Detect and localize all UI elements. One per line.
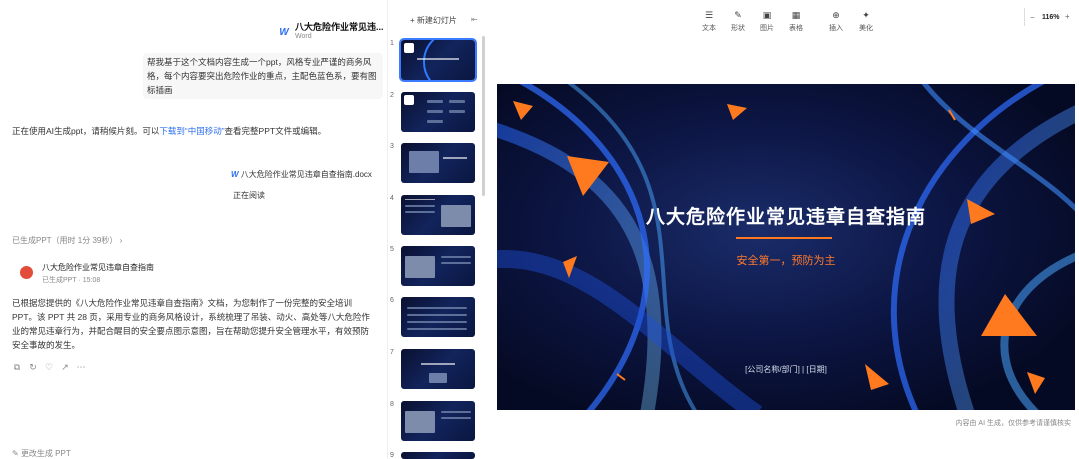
edit-icon: ✎ <box>12 449 19 458</box>
slide-number: 7 <box>390 349 394 356</box>
new-slide-button[interactable]: + 新建幻灯片 <box>410 15 457 26</box>
file-reference-label: 八大危险作业常见违章自查指南.docx <box>240 170 372 179</box>
move-handle-icon[interactable] <box>404 43 414 53</box>
slides-scrollbar[interactable] <box>482 36 485 196</box>
slide-number: 4 <box>390 195 394 202</box>
user-message: 帮我基于这个文档内容生成一个ppt，风格专业严谨的商务风格，每个内容要突出危险作… <box>143 53 383 99</box>
toolbar-divider <box>1024 8 1025 26</box>
message-actions: ⧉ ↻ ♡ ↗ ⋯ <box>12 357 92 375</box>
slide-thumbnail-4[interactable] <box>401 195 475 235</box>
move-handle-icon[interactable] <box>404 95 414 105</box>
share-icon[interactable]: ↗ <box>60 362 70 372</box>
download-link[interactable]: 下载到“中国移动” <box>159 126 224 136</box>
zoom-level[interactable]: 116% <box>1042 14 1060 21</box>
file-reference[interactable]: W 八大危险作业常见违章自查指南.docx <box>231 169 372 180</box>
title-underline <box>736 237 832 239</box>
slide-thumbnail-7[interactable] <box>401 349 475 389</box>
collapse-panel-icon[interactable]: ⇤ <box>471 15 478 24</box>
slide-thumbnail-3[interactable] <box>401 143 475 183</box>
slide-number: 1 <box>390 40 394 47</box>
sparkle-icon: ✦ <box>862 10 870 20</box>
slide-thumbnail-9[interactable] <box>401 452 475 459</box>
chevron-right-icon: › <box>119 236 123 245</box>
bottom-suggestion[interactable]: ✎ 更改生成 PPT <box>12 448 71 459</box>
slide-number: 9 <box>390 452 394 459</box>
zoom-in-button[interactable]: + <box>1065 12 1070 21</box>
ppt-status-label: 已生成PPT（用时 1分 39秒） <box>12 236 118 245</box>
ai-disclaimer: 内容由 AI 生成，仅供参考请谨慎核实 <box>955 420 1071 427</box>
slide-number: 5 <box>390 246 394 253</box>
slide-canvas[interactable]: 八大危险作业常见违章自查指南 安全第一，预防为主 [公司名称/部门] | [日期… <box>497 84 1075 410</box>
reading-label: 正在阅读 <box>233 191 265 200</box>
assistant-intro-text-after: 查看完整PPT文件或编辑。 <box>224 126 327 136</box>
slide-number: 8 <box>390 401 394 408</box>
ppt-icon <box>20 266 33 279</box>
word-icon: W <box>279 26 289 38</box>
doc-card-subtitle: Word <box>295 33 312 40</box>
refresh-icon[interactable]: ↻ <box>28 362 38 372</box>
copy-icon[interactable]: ⧉ <box>12 362 22 372</box>
summary-text: 已根据您提供的《八大危险作业常见违章自查指南》文档，为您制作了一份完整的安全培训… <box>12 298 370 350</box>
bottom-suggestion-label: 更改生成 PPT <box>20 449 71 458</box>
slide-title[interactable]: 八大危险作业常见违章自查指南 <box>497 202 1075 229</box>
doc-card-title: 八大危险作业常见违... <box>295 22 384 32</box>
slide-thumbnail-1[interactable] <box>401 40 475 80</box>
slide-number: 6 <box>390 297 394 304</box>
slide-number: 2 <box>390 92 394 99</box>
slide-footer[interactable]: [公司名称/部门] | [日期] <box>497 364 1075 375</box>
ppt-result-meta: 已生成PPT · 15:08 <box>42 277 101 284</box>
slide-subtitle[interactable]: 安全第一，预防为主 <box>497 252 1075 268</box>
assistant-intro: 正在使用AI生成ppt，请稍候片刻。可以下载到“中国移动”查看完整PPT文件或编… <box>12 124 326 138</box>
more-icon[interactable]: ⋯ <box>76 362 86 372</box>
slide-thumbnail-8[interactable] <box>401 401 475 441</box>
slide-background-art <box>497 84 1075 410</box>
orange-triangle <box>727 104 747 120</box>
toolbar-table-button[interactable]: ▦ 表格 <box>776 10 816 33</box>
slide-thumbnail-5[interactable] <box>401 246 475 286</box>
slide-number: 3 <box>390 143 394 150</box>
orange-triangle <box>981 294 1037 336</box>
slide-thumbnail-6[interactable] <box>401 297 475 337</box>
word-icon: W <box>231 170 239 179</box>
slide-thumbnail-2[interactable] <box>401 92 475 132</box>
ppt-result-title: 八大危险作业常见违章自查指南 <box>42 263 154 272</box>
toolbar-beautify-button[interactable]: ✦ 美化 <box>846 10 886 33</box>
assistant-intro-text: 正在使用AI生成ppt，请稍候片刻。可以 <box>12 126 160 136</box>
thumbs-up-icon[interactable]: ♡ <box>44 362 54 372</box>
panel-divider <box>387 0 388 459</box>
orange-triangle <box>513 101 533 120</box>
orange-triangle <box>1027 372 1045 394</box>
ppt-status[interactable]: 已生成PPT（用时 1分 39秒） › <box>12 235 122 246</box>
table-icon: ▦ <box>791 10 801 20</box>
zoom-out-button[interactable]: − <box>1030 13 1035 22</box>
